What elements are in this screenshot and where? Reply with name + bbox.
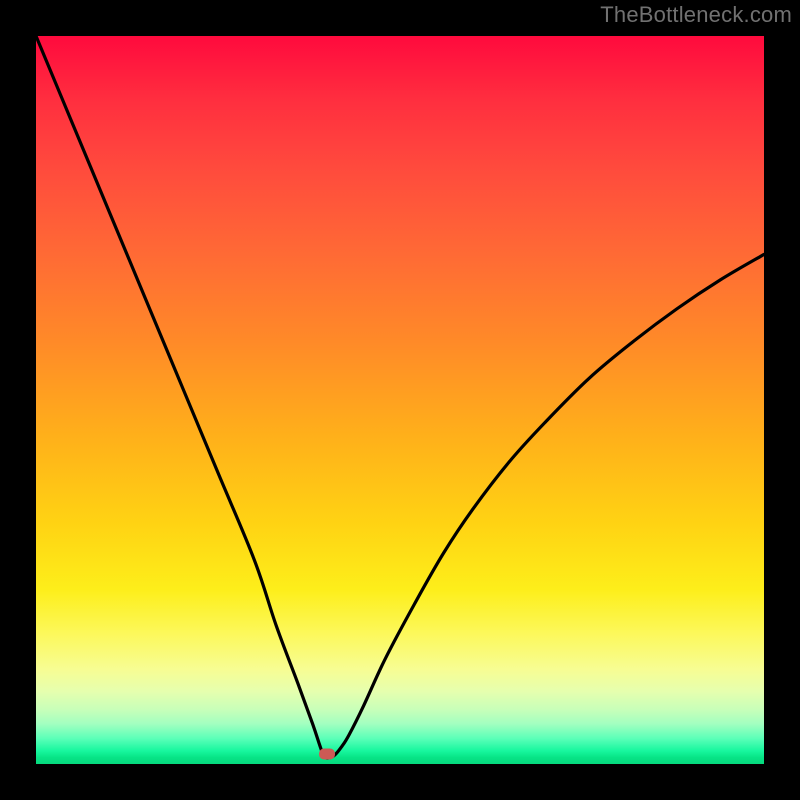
chart-frame: TheBottleneck.com (0, 0, 800, 800)
plot-area (36, 36, 764, 764)
watermark-text: TheBottleneck.com (600, 2, 792, 28)
optimum-marker (319, 748, 335, 759)
curve-svg (36, 36, 764, 764)
curve-path (36, 36, 764, 758)
